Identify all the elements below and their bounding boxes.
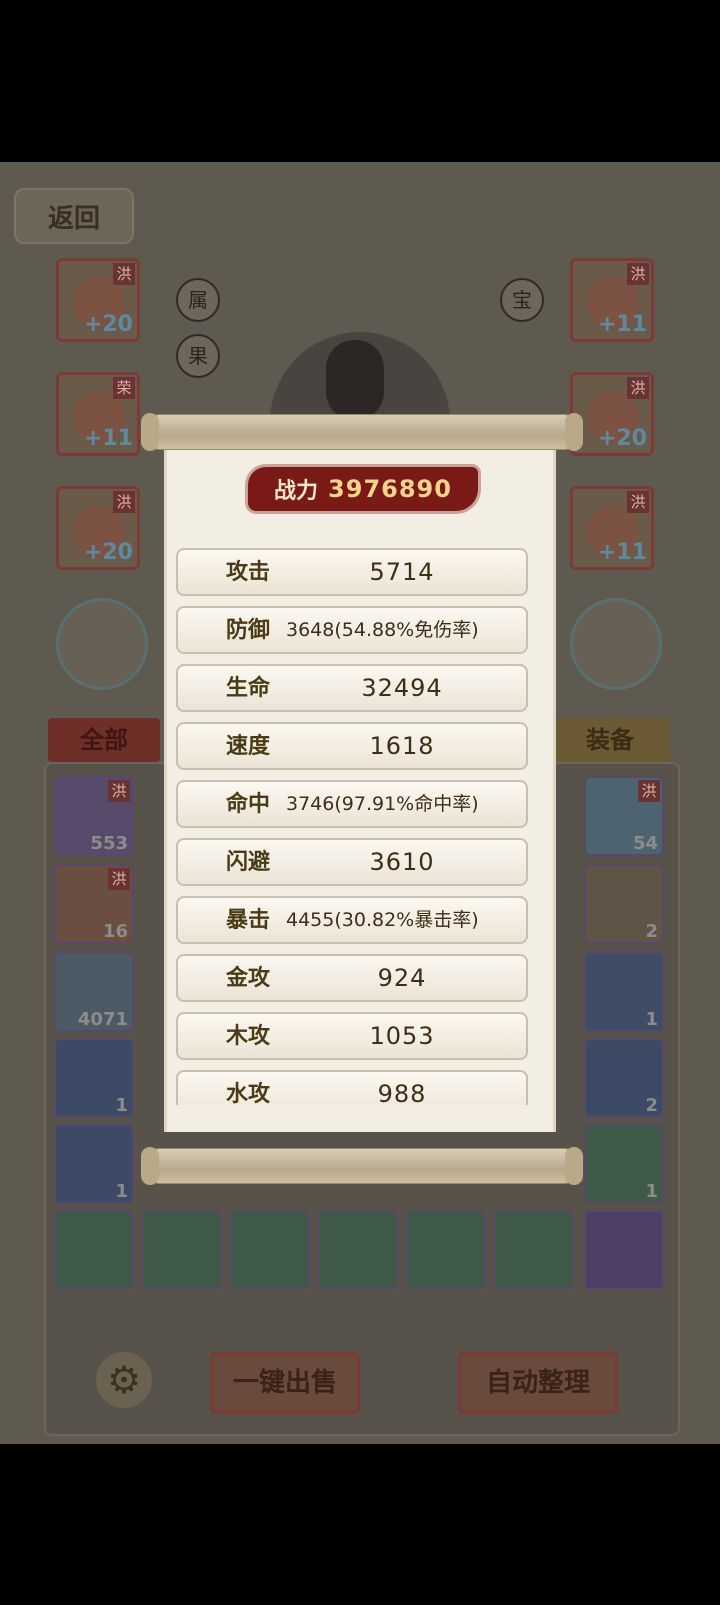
- hat-slot[interactable]: [570, 598, 662, 690]
- stat-row-metal-attack: 金攻 924: [176, 954, 528, 1002]
- stat-row-hp: 生命 32494: [176, 664, 528, 712]
- stat-value: 988: [377, 1080, 427, 1105]
- inventory-item[interactable]: [318, 1210, 398, 1290]
- stat-name: 木攻: [226, 1023, 271, 1049]
- stats-list[interactable]: 攻击 5714 防御 3648(54.88%免伤率) 生命 32494 速度 1…: [170, 530, 550, 1105]
- item-count: 16: [102, 921, 128, 942]
- inventory-item[interactable]: [406, 1210, 486, 1290]
- item-count: 1: [645, 1009, 658, 1030]
- back-button[interactable]: 返回: [14, 188, 134, 244]
- item-count: 1: [115, 1181, 128, 1202]
- quality-tag: 洪: [627, 491, 649, 513]
- sell-all-button[interactable]: 一键出售: [210, 1352, 360, 1414]
- stat-value: 4455(30.82%暴击率): [286, 909, 479, 931]
- enhance-level: +20: [597, 426, 647, 451]
- enhance-level: +20: [83, 540, 133, 565]
- stat-row-crit: 暴击 4455(30.82%暴击率): [176, 896, 528, 944]
- stat-value: 3746(97.91%命中率): [286, 793, 479, 815]
- quality-tag: 洪: [113, 491, 135, 513]
- inventory-item[interactable]: 洪 553: [54, 776, 134, 856]
- equip-slot-amulet[interactable]: 洪 +20: [56, 486, 140, 570]
- inventory-item[interactable]: 2: [584, 1038, 664, 1118]
- quality-tag: 洪: [638, 780, 660, 802]
- inventory-item[interactable]: [230, 1210, 310, 1290]
- scroll-bottom-rod: [141, 1147, 583, 1185]
- stat-value: 1618: [369, 732, 435, 760]
- quality-tag: 洪: [113, 263, 135, 285]
- inventory-item[interactable]: [142, 1210, 222, 1290]
- stat-row-water-attack: 水攻 988: [176, 1070, 528, 1105]
- inventory-item[interactable]: 2: [584, 864, 664, 944]
- stat-row-attack: 攻击 5714: [176, 548, 528, 596]
- inventory-item[interactable]: 1: [584, 952, 664, 1032]
- stat-value: 5714: [369, 558, 435, 586]
- stat-value: 924: [377, 964, 427, 992]
- combat-power-label: 战力: [274, 478, 319, 504]
- rod-cap: [141, 1147, 159, 1185]
- stat-name: 生命: [226, 675, 271, 701]
- tab-equip[interactable]: 装备: [550, 718, 670, 762]
- stat-name: 防御: [226, 617, 271, 643]
- item-count: 2: [645, 921, 658, 942]
- stat-name: 速度: [226, 733, 271, 759]
- equip-slot-weapon[interactable]: 洪 +20: [56, 258, 140, 342]
- stat-value: 1053: [369, 1022, 435, 1050]
- enhance-level: +20: [83, 312, 133, 337]
- inventory-item[interactable]: 4071: [54, 952, 134, 1032]
- fruit-button[interactable]: 果: [176, 334, 220, 378]
- quality-tag: 洪: [108, 780, 130, 802]
- inventory-item[interactable]: 洪 16: [54, 864, 134, 944]
- item-count: 1: [645, 1181, 658, 1202]
- stat-row-accuracy: 命中 3746(97.91%命中率): [176, 780, 528, 828]
- equip-slot-ring[interactable]: 洪 +11: [570, 486, 654, 570]
- item-count: 54: [632, 833, 658, 854]
- quality-tag: 洪: [108, 868, 130, 890]
- item-count: 2: [645, 1095, 658, 1116]
- inventory-item[interactable]: 1: [54, 1124, 134, 1204]
- stat-row-dodge: 闪避 3610: [176, 838, 528, 886]
- equip-slot-scroll[interactable]: 荣 +11: [56, 372, 140, 456]
- inventory-item[interactable]: [584, 1210, 664, 1290]
- stat-name: 暴击: [226, 907, 271, 933]
- item-count: 1: [115, 1095, 128, 1116]
- inventory-item[interactable]: 洪 54: [584, 776, 664, 856]
- enhance-level: +11: [597, 312, 647, 337]
- stat-name: 水攻: [226, 1081, 271, 1105]
- stat-row-defense: 防御 3648(54.88%免伤率): [176, 606, 528, 654]
- equip-slot-armor[interactable]: 洪 +11: [570, 258, 654, 342]
- item-count: 4071: [77, 1009, 128, 1030]
- inventory-item[interactable]: [54, 1210, 134, 1290]
- auto-sort-button[interactable]: 自动整理: [458, 1352, 618, 1414]
- tab-all[interactable]: 全部: [48, 718, 160, 762]
- attributes-button[interactable]: 属: [176, 278, 220, 322]
- stat-row-speed: 速度 1618: [176, 722, 528, 770]
- settings-gear-icon[interactable]: ⚙: [96, 1352, 152, 1408]
- item-count: 553: [90, 833, 128, 854]
- combat-power-banner: 战力 3976890: [248, 467, 478, 511]
- inventory-item[interactable]: 1: [584, 1124, 664, 1204]
- enhance-level: +11: [597, 540, 647, 565]
- stat-name: 金攻: [226, 965, 271, 991]
- scroll-top-rod: [141, 413, 583, 451]
- combat-power-value: 3976890: [328, 475, 452, 503]
- hero-portrait: [326, 340, 384, 420]
- enhance-level: +11: [83, 426, 133, 451]
- quality-tag: 洪: [627, 263, 649, 285]
- treasure-button[interactable]: 宝: [500, 278, 544, 322]
- inventory-item[interactable]: [494, 1210, 574, 1290]
- quality-tag: 洪: [627, 377, 649, 399]
- bracelet-slot[interactable]: [56, 598, 148, 690]
- rod-cap: [141, 413, 159, 451]
- stat-value: 3610: [369, 848, 435, 876]
- stat-name: 攻击: [226, 559, 271, 585]
- stat-value: 32494: [361, 674, 443, 702]
- stat-name: 闪避: [226, 849, 271, 875]
- quality-tag: 荣: [113, 377, 135, 399]
- rod-cap: [565, 1147, 583, 1185]
- rod-cap: [565, 413, 583, 451]
- stat-row-wood-attack: 木攻 1053: [176, 1012, 528, 1060]
- inventory-item[interactable]: 1: [54, 1038, 134, 1118]
- stat-name: 命中: [226, 791, 271, 817]
- stat-value: 3648(54.88%免伤率): [286, 619, 479, 641]
